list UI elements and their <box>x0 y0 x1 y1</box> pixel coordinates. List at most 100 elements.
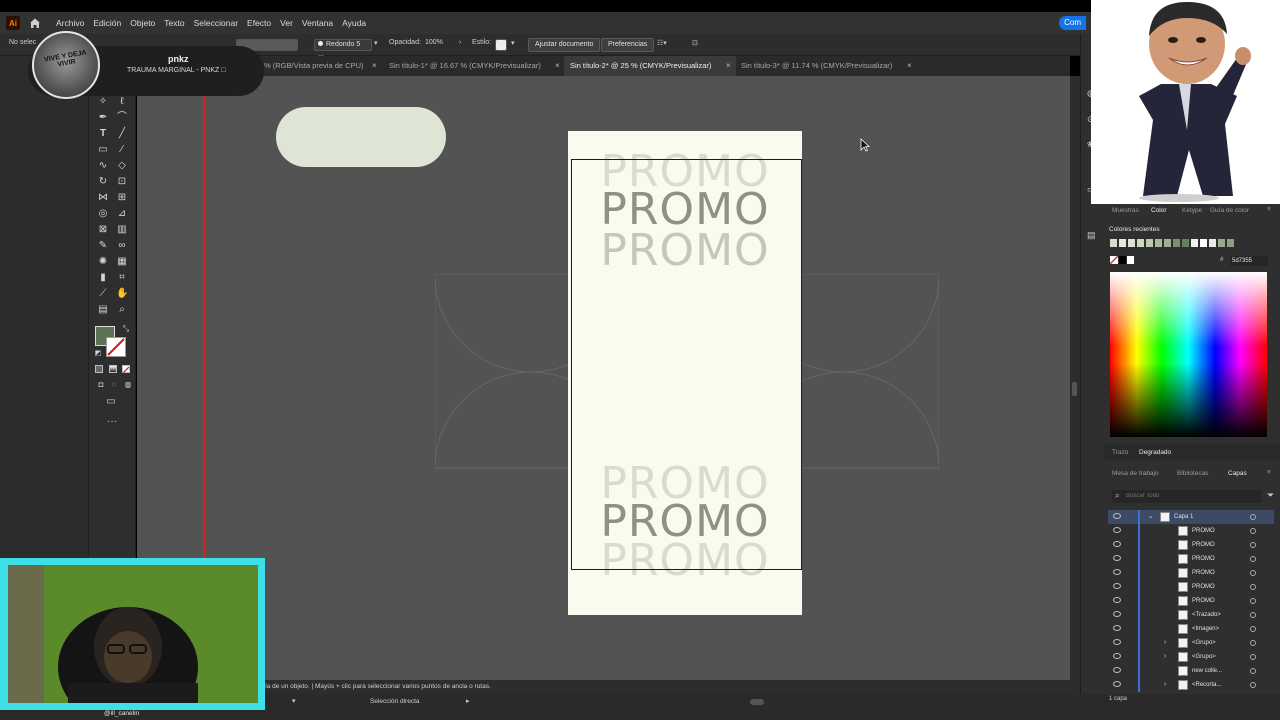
visibility-eye-icon[interactable] <box>1113 667 1121 673</box>
target-circle-icon[interactable] <box>1250 570 1256 576</box>
tab-close-icon[interactable]: × <box>726 56 731 76</box>
target-circle-icon[interactable] <box>1250 584 1256 590</box>
black-swatch[interactable] <box>1119 256 1126 264</box>
visibility-eye-icon[interactable] <box>1113 653 1121 659</box>
filter-icon[interactable]: ⏷ <box>1267 490 1274 501</box>
layer-row[interactable]: PROMO <box>1108 524 1274 538</box>
menu-efecto[interactable]: Efecto <box>247 18 271 28</box>
recent-color-swatch[interactable] <box>1209 239 1216 247</box>
target-circle-icon[interactable] <box>1250 598 1256 604</box>
layer-row[interactable]: PROMO <box>1108 538 1274 552</box>
tab-document-3[interactable]: Sin título-3* @ 11.74 % (CMYK/Previsuali… <box>741 56 912 76</box>
eyedropper-icon[interactable]: ✎ <box>97 240 109 252</box>
home-icon[interactable] <box>28 16 42 30</box>
align-document-button[interactable]: Ajustar documento <box>528 38 601 52</box>
style-dropdown-icon[interactable]: ▾ <box>511 39 515 47</box>
comments-icon[interactable]: ▤ <box>1087 230 1096 241</box>
none-swatch-icon[interactable] <box>1109 255 1119 265</box>
recent-color-swatch[interactable] <box>1128 239 1135 247</box>
recent-color-swatch[interactable] <box>1227 239 1234 247</box>
arrange-icon[interactable]: ☷▾ <box>657 39 667 47</box>
target-circle-icon[interactable] <box>1250 514 1256 520</box>
target-circle-icon[interactable] <box>1250 612 1256 618</box>
layer-row[interactable]: › <Recorta... <box>1108 678 1274 692</box>
column-graph-icon[interactable]: ▦ <box>116 256 128 268</box>
draw-behind-icon[interactable]: ◌ <box>108 379 120 391</box>
opacity-arrow-icon[interactable]: › <box>459 39 461 46</box>
recent-color-swatch[interactable] <box>1191 239 1198 247</box>
layer-row[interactable]: PROMO <box>1108 580 1274 594</box>
target-circle-icon[interactable] <box>1250 682 1256 688</box>
transform-icon[interactable]: ⊡ <box>692 39 698 47</box>
perspective-icon[interactable]: ⊿ <box>116 208 128 220</box>
scroll-thumb[interactable] <box>1072 382 1077 396</box>
pill-shape[interactable] <box>276 107 446 167</box>
target-circle-icon[interactable] <box>1250 556 1256 562</box>
recent-color-swatch[interactable] <box>1164 239 1171 247</box>
clipping-frame[interactable] <box>571 159 802 570</box>
target-circle-icon[interactable] <box>1250 528 1256 534</box>
panel-tab-color-guide[interactable]: Guía de color <box>1210 207 1249 214</box>
zoom-dropdown-icon[interactable]: ▾ <box>292 697 296 705</box>
visibility-eye-icon[interactable] <box>1113 513 1121 519</box>
recent-color-swatch[interactable] <box>1137 239 1144 247</box>
target-circle-icon[interactable] <box>1250 668 1256 674</box>
recent-color-swatch[interactable] <box>1110 239 1117 247</box>
swap-colors-icon[interactable]: ⤡ <box>120 323 132 335</box>
recent-color-swatch[interactable] <box>1146 239 1153 247</box>
knife-icon[interactable]: ⟋ <box>97 288 109 300</box>
recent-color-swatch[interactable] <box>1218 239 1225 247</box>
brush-dropdown-icon[interactable]: ▾ <box>374 39 378 47</box>
target-circle-icon[interactable] <box>1250 654 1256 660</box>
tool-menu-arrow-icon[interactable]: ▸ <box>466 697 470 705</box>
shape-builder-icon[interactable]: ◎ <box>97 208 109 220</box>
hex-input[interactable]: 5d7355 <box>1230 256 1268 266</box>
draw-normal-icon[interactable]: ◘ <box>95 379 107 391</box>
horizontal-scrollbar[interactable] <box>750 699 764 705</box>
color-spectrum[interactable] <box>1110 272 1267 437</box>
layer-row-capa-1[interactable]: ⌄ Capa 1 <box>1108 510 1274 524</box>
menu-ayuda[interactable]: Ayuda <box>342 18 366 28</box>
visibility-eye-icon[interactable] <box>1113 611 1121 617</box>
color-mode-icon[interactable] <box>95 365 103 373</box>
menu-edicion[interactable]: Edición <box>93 18 121 28</box>
visibility-eye-icon[interactable] <box>1113 625 1121 631</box>
recent-color-swatch[interactable] <box>1155 239 1162 247</box>
menu-archivo[interactable]: Archivo <box>56 18 84 28</box>
layers-menu-icon[interactable]: ≡ <box>1267 469 1271 476</box>
layers-search-input[interactable] <box>1126 491 1256 501</box>
pen-icon[interactable]: ✒ <box>97 112 109 124</box>
rectangle-icon[interactable]: ▭ <box>97 144 109 156</box>
width-icon[interactable]: ⋈ <box>97 192 109 204</box>
curvature-icon[interactable]: ⌒ <box>116 112 128 124</box>
type-icon[interactable]: T <box>97 128 109 140</box>
gradient-icon[interactable]: ▥ <box>116 224 128 236</box>
zoom-icon[interactable]: ⌕ <box>116 304 128 316</box>
brush-select[interactable]: Redondo 5 ... <box>314 39 372 58</box>
panel-menu-icon[interactable]: ≡ <box>1267 206 1271 213</box>
layers-search[interactable]: ⌕ <box>1112 490 1262 503</box>
visibility-eye-icon[interactable] <box>1113 597 1121 603</box>
draw-inside-icon[interactable]: ◍ <box>122 379 134 391</box>
menu-objeto[interactable]: Objeto <box>130 18 155 28</box>
opacity-value[interactable]: 100% <box>425 39 443 46</box>
mesh-icon[interactable]: ⊠ <box>97 224 109 236</box>
panel-tab-capas[interactable]: Capas <box>1228 470 1247 477</box>
layer-row[interactable]: PROMO <box>1108 594 1274 608</box>
scale-icon[interactable]: ⊡ <box>116 176 128 188</box>
paintbrush-icon[interactable]: ⁄ <box>116 144 128 156</box>
tab-close-icon[interactable]: × <box>555 56 560 76</box>
rotate-icon[interactable]: ↻ <box>97 176 109 188</box>
panel-tab-muestras[interactable]: Muestras <box>1112 207 1139 214</box>
expand-chevron-icon[interactable]: ⌄ <box>1148 510 1154 524</box>
hand-icon[interactable]: ✋ <box>116 288 128 300</box>
more-tools-icon[interactable]: ··· <box>106 416 118 428</box>
expand-chevron-icon[interactable]: › <box>1164 678 1166 692</box>
panel-tab-degradado[interactable]: Degradado <box>1139 449 1171 456</box>
default-colors-icon[interactable]: ◩ <box>92 348 104 360</box>
style-swatch[interactable] <box>495 39 507 51</box>
menu-texto[interactable]: Texto <box>164 18 184 28</box>
shaper-icon[interactable]: ∿ <box>97 160 109 172</box>
recent-color-swatch[interactable] <box>1182 239 1189 247</box>
line-segment-icon[interactable]: ╱ <box>116 128 128 140</box>
